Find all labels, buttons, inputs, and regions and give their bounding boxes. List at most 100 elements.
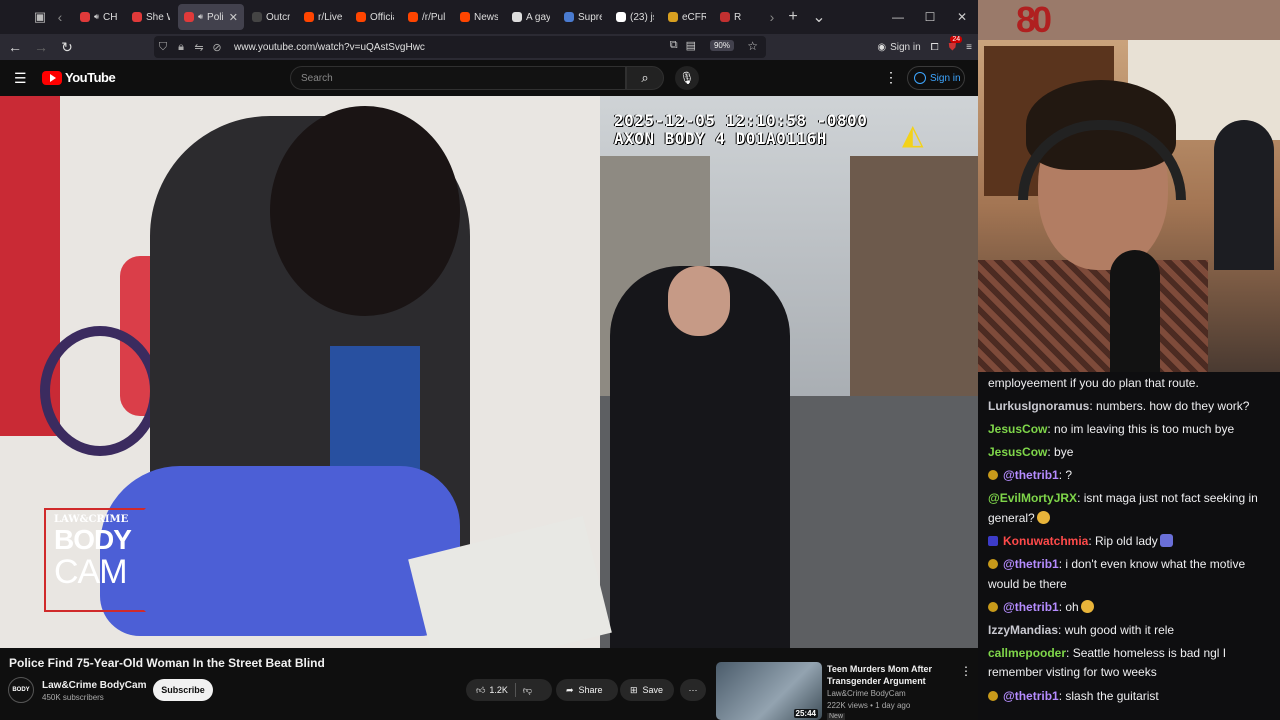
save-playlist-icon: ⊞ [630,684,638,695]
browser-tab[interactable]: News [454,4,504,30]
gold-badge-icon[interactable] [988,470,998,481]
forward-button[interactable]: → [28,39,54,55]
browser-tab[interactable]: r/Live [298,4,348,30]
browser-tab[interactable]: Outcr [246,4,296,30]
axon-triangle-icon: ◭ [902,119,924,150]
browser-tab[interactable]: R [714,4,764,30]
picture-in-picture-icon[interactable]: ⧉ [670,39,678,52]
watermark-mid: BODY [54,524,132,555]
scroll-tabs-right-icon[interactable]: › [764,9,780,25]
tab-audio-icon[interactable]: 🔊︎ [94,12,99,22]
browser-tab[interactable]: She W [126,4,176,30]
chat-username[interactable]: IzzyMandias [988,623,1058,637]
recommended-title[interactable]: Teen Murders Mom After Transgender Argum… [827,663,951,687]
channel-avatar[interactable]: BODY [8,677,34,703]
chat-message: @thetrib1: i don't even know what the mo… [988,555,1274,594]
chat-username[interactable]: @EvilMortyJRX [988,491,1077,505]
tab-label: She W [146,11,170,23]
shield-icon[interactable]: ⛉ [154,41,172,54]
chat-message: IzzyMandias: wuh good with it rele [988,621,1274,641]
no-autoplay-icon[interactable]: ⊘ [208,41,226,54]
bookmark-star-icon[interactable]: ☆ [747,39,758,53]
url-text[interactable]: www.youtube.com/watch?v=uQAstSvgHwc [234,42,425,53]
reader-view-icon[interactable]: ▤ [686,39,696,52]
settings-kebab-icon[interactable]: ⋮ [884,69,898,86]
watermark-bottom: CAM [54,553,128,591]
tab-label: r/Live [318,11,342,23]
close-window-button[interactable]: ✕ [946,0,978,34]
browser-tab[interactable]: /r/Pul [402,4,452,30]
chat-text: : bye [1047,445,1074,460]
tab-label: Poli [207,11,223,23]
browser-tab[interactable]: A gay [506,4,556,30]
chat-text: employeement if you do plan that route. [988,376,1199,390]
search-input[interactable]: Search [290,66,626,90]
chat-username[interactable]: @thetrib1 [1003,468,1059,482]
search-button[interactable]: ⌕ [626,66,664,90]
like-dislike-group: 👍︎ 1.2K 👎︎ [466,679,552,701]
save-button[interactable]: ⊞ Save [620,679,674,701]
permissions-icon[interactable]: ⇋ [190,41,208,54]
like-button[interactable]: 👍︎ 1.2K [476,685,508,696]
browser-tab[interactable]: Officia [350,4,400,30]
more-actions-button[interactable]: ⋯ [680,679,706,701]
gold-badge-icon[interactable] [988,601,998,612]
browser-tab[interactable]: 🔊︎ Poli ✕ [178,4,244,30]
chat-username[interactable]: Konuwatchmia [1003,534,1088,548]
firefox-account-button[interactable]: ◉ Sign in [877,42,920,53]
chat-text: : oh [1058,599,1079,614]
browser-tab[interactable]: Supre [558,4,608,30]
recommended-menu-icon[interactable]: ⋮ [960,664,972,678]
tab-label: R [734,11,742,23]
reload-button[interactable]: ↻ [54,39,80,56]
dislike-button[interactable]: 👎︎ [523,685,532,696]
browser-tab[interactable]: (23) js [610,4,660,30]
back-button[interactable]: ← [2,39,28,55]
browser-tab[interactable]: 🔊︎ CHILL [74,4,124,30]
close-tab-icon[interactable]: ✕ [229,11,238,24]
chat-username[interactable]: JesusCow [988,445,1047,459]
url-action-icons: ⧉ ▤ [670,39,696,52]
youtube-signin-button[interactable]: Sign in [907,66,965,90]
scroll-tabs-left-icon[interactable]: ‹ [52,9,68,25]
gold-badge-icon[interactable] [988,559,998,570]
video-player[interactable]: 2025-12-05 12:10:58 -0800 AXON BODY 4 D0… [0,96,978,648]
voice-search-button[interactable]: 🎙︎ [675,66,699,90]
lock-icon[interactable]: 🔒︎ [172,41,190,54]
account-icon: ◉ [877,41,887,53]
tab-favicon-icon [80,12,90,22]
youtube-logo[interactable]: YouTube [42,70,116,85]
chat-username[interactable]: @thetrib1 [1003,689,1059,703]
recommended-video[interactable]: 25:44 Teen Murders Mom After Transgender… [716,662,978,720]
browser-tab[interactable]: eCFR [662,4,712,30]
subscribe-button[interactable]: Subscribe [153,679,213,701]
tab-favicon-icon [408,12,418,22]
chat-username[interactable]: JesusCow [988,422,1047,436]
tab-label: A gay [526,11,550,23]
share-button[interactable]: ➦ Share [556,679,618,701]
ublock-extension-icon[interactable]: ⛊ 24 [949,35,963,53]
chat-username[interactable]: LurkusIgnoramus [988,399,1089,413]
new-tab-button[interactable]: + [780,8,806,26]
tab-audio-icon[interactable]: 🔊︎ [198,12,203,22]
guide-menu-icon[interactable]: ☰ [14,70,27,87]
chat-username[interactable]: @thetrib1 [1003,557,1059,571]
chat-username[interactable]: callmepooder [988,646,1066,660]
channel-name[interactable]: Law&Crime BodyCam [42,680,146,691]
extensions-icon[interactable]: ⧠ [931,42,939,53]
recommended-thumbnail[interactable]: 25:44 [716,662,822,720]
app-menu-icon[interactable]: ≡ [966,42,972,53]
zoom-level-badge[interactable]: 90% [709,40,734,51]
tab-overflow-chevron-icon[interactable]: ⌄ [806,7,832,27]
maximize-button[interactable]: ☐ [914,0,946,34]
url-bar[interactable]: ⛉ 🔒︎ ⇋ ⊘ www.youtube.com/watch?v=uQAstSv… [154,36,766,58]
tab-list-icon[interactable]: ▣ [28,5,52,29]
gold-badge-icon[interactable] [988,690,998,701]
recommended-channel[interactable]: Law&Crime BodyCam [827,689,906,698]
tab-favicon-icon [512,12,522,22]
minimize-button[interactable]: — [882,0,914,34]
subscriber-badge-icon[interactable] [988,536,998,547]
like-separator [514,683,516,697]
chat-message: @thetrib1: slash the guitarist [988,687,1274,707]
chat-username[interactable]: @thetrib1 [1003,600,1059,614]
